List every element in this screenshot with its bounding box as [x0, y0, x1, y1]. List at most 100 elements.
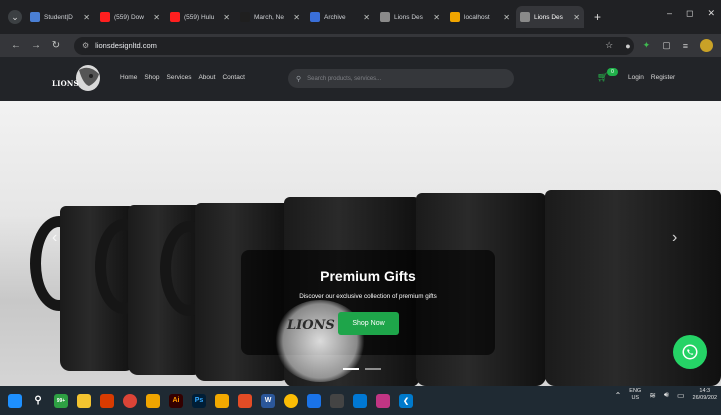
clock-date: 26/09/202: [692, 395, 717, 401]
windows-start-icon[interactable]: [8, 393, 22, 408]
back-arrow-icon[interactable]: ←: [8, 40, 24, 51]
tab-favicon-icon: [240, 12, 250, 22]
search-icon: ⚲: [296, 75, 302, 83]
windows-taskbar: ⚲ 99+ Ai Ps W ❮: [0, 386, 721, 415]
tab-title: localhost: [464, 13, 490, 21]
tab-favicon-icon: [170, 12, 180, 22]
tab-favicon-icon: [380, 12, 390, 22]
tab-title: March, Ne: [254, 13, 284, 21]
register-link[interactable]: Register: [651, 74, 675, 81]
hero-title: Premium Gifts: [320, 268, 416, 284]
browser-tab[interactable]: Student|D ✕: [26, 6, 94, 28]
browser-tab-strip: ⌄ Student|D ✕ (559) Dow ✕ (559) Hulu ✕ March, …: [0, 0, 721, 34]
app-icon[interactable]: [353, 393, 367, 408]
shop-now-button[interactable]: Shop Now: [338, 312, 399, 335]
app-icon[interactable]: [146, 393, 160, 408]
app-icon[interactable]: [238, 393, 252, 408]
tab-close-icon[interactable]: ✕: [293, 13, 300, 22]
toolbar-actions: ☆ ● ✦ ▢ ≡: [605, 39, 713, 52]
new-tab-button[interactable]: +: [594, 10, 601, 24]
browser-tab[interactable]: (559) Hulu ✕: [166, 6, 234, 28]
login-link[interactable]: Login: [628, 74, 644, 81]
nav-home[interactable]: Home: [120, 74, 137, 81]
browser-tab[interactable]: Lions Des ✕: [516, 6, 584, 28]
browser-tab[interactable]: localhost ✕: [446, 6, 514, 28]
tab-close-icon[interactable]: ✕: [153, 13, 160, 22]
bookmark-star-icon[interactable]: ☆: [605, 40, 613, 51]
lang-bottom: US: [631, 395, 640, 401]
puzzle-icon[interactable]: ✦: [643, 40, 651, 51]
site-info-icon[interactable]: ⚙: [82, 41, 89, 50]
tab-favicon-icon: [30, 12, 40, 22]
close-window-button[interactable]: ✕: [707, 8, 715, 19]
tab-favicon-icon: [100, 12, 110, 22]
language-indicator[interactable]: ENG US: [629, 388, 641, 402]
prev-slide-arrow-icon[interactable]: ‹: [52, 229, 57, 247]
product-search-input[interactable]: ⚲ Search products, services...: [288, 69, 514, 88]
battery-icon[interactable]: ▭: [677, 391, 685, 400]
carousel-dot[interactable]: [343, 368, 359, 370]
hero-subtitle: Discover our exclusive collection of pre…: [299, 293, 437, 300]
wifi-icon[interactable]: ≋: [649, 391, 656, 400]
auth-links: Login Register: [628, 74, 675, 81]
app-icon[interactable]: [307, 393, 321, 408]
instagram-icon[interactable]: [376, 393, 390, 408]
photoshop-icon[interactable]: Ps: [192, 393, 206, 408]
profile-avatar[interactable]: [700, 39, 713, 52]
chevron-up-icon[interactable]: ⌃: [615, 391, 622, 400]
tab-groups-icon[interactable]: ≡: [683, 41, 688, 51]
vscode-icon[interactable]: ❮: [399, 393, 413, 408]
tab-close-icon[interactable]: ✕: [433, 13, 440, 22]
clock-time: 14:3: [699, 388, 711, 394]
carousel-indicators: [343, 368, 381, 370]
window-controls: – ◻ ✕: [667, 8, 715, 19]
illustrator-icon[interactable]: Ai: [169, 393, 183, 408]
tab-favicon-icon: [520, 12, 530, 22]
tab-title: (559) Dow: [114, 13, 144, 21]
tab-search-menu[interactable]: ⌄: [8, 10, 22, 24]
search-placeholder: Search products, services...: [307, 75, 382, 82]
extension-icon[interactable]: ●: [625, 41, 630, 51]
tab-title: Archive: [324, 13, 346, 21]
nav-about[interactable]: About: [198, 74, 215, 81]
tab-favicon-icon: [310, 12, 320, 22]
tab-title: (559) Hulu: [184, 13, 215, 21]
app-icon[interactable]: [215, 393, 229, 408]
chrome-icon[interactable]: [284, 393, 298, 408]
tab-close-icon[interactable]: ✕: [503, 13, 510, 22]
forward-arrow-icon[interactable]: →: [28, 40, 44, 51]
reload-icon[interactable]: ↻: [48, 40, 64, 51]
sidebar-icon[interactable]: ▢: [662, 40, 671, 51]
browser-tab[interactable]: March, Ne ✕: [236, 6, 304, 28]
tab-close-icon[interactable]: ✕: [363, 13, 370, 22]
next-slide-arrow-icon[interactable]: ›: [672, 229, 677, 247]
whatsapp-icon[interactable]: [673, 335, 707, 369]
word-icon[interactable]: W: [261, 393, 275, 408]
tab-title: Student|D: [44, 13, 73, 21]
browser-tab[interactable]: Lions Des ✕: [376, 6, 444, 28]
chrome-icon[interactable]: [123, 393, 137, 408]
maximize-button[interactable]: ◻: [686, 8, 693, 19]
tab-title: Lions Des: [394, 13, 423, 21]
tab-list: Student|D ✕ (559) Dow ✕ (559) Hulu ✕ March, Ne…: [26, 6, 586, 28]
app-icon[interactable]: [100, 393, 114, 408]
url-bar[interactable]: ⚙ lionsdesignltd.com: [74, 36, 634, 55]
file-explorer-icon[interactable]: [77, 393, 91, 408]
widgets-icon[interactable]: 99+: [54, 393, 68, 408]
main-menu: Home Shop Services About Contact: [120, 74, 245, 81]
carousel-dot[interactable]: [365, 368, 381, 370]
volume-icon[interactable]: 🔊︎: [664, 390, 669, 400]
clock[interactable]: 14:3 26/09/202: [693, 388, 717, 402]
tab-close-icon[interactable]: ✕: [223, 13, 230, 22]
logo-text: LIONS: [52, 79, 79, 88]
app-icon[interactable]: [330, 393, 344, 408]
nav-services[interactable]: Services: [167, 74, 192, 81]
browser-tab[interactable]: (559) Dow ✕: [96, 6, 164, 28]
browser-tab[interactable]: Archive ✕: [306, 6, 374, 28]
search-icon[interactable]: ⚲: [31, 394, 45, 408]
tab-close-icon[interactable]: ✕: [573, 13, 580, 22]
nav-shop[interactable]: Shop: [144, 74, 159, 81]
tab-close-icon[interactable]: ✕: [83, 13, 90, 22]
nav-contact[interactable]: Contact: [222, 74, 244, 81]
minimize-button[interactable]: –: [667, 8, 672, 19]
